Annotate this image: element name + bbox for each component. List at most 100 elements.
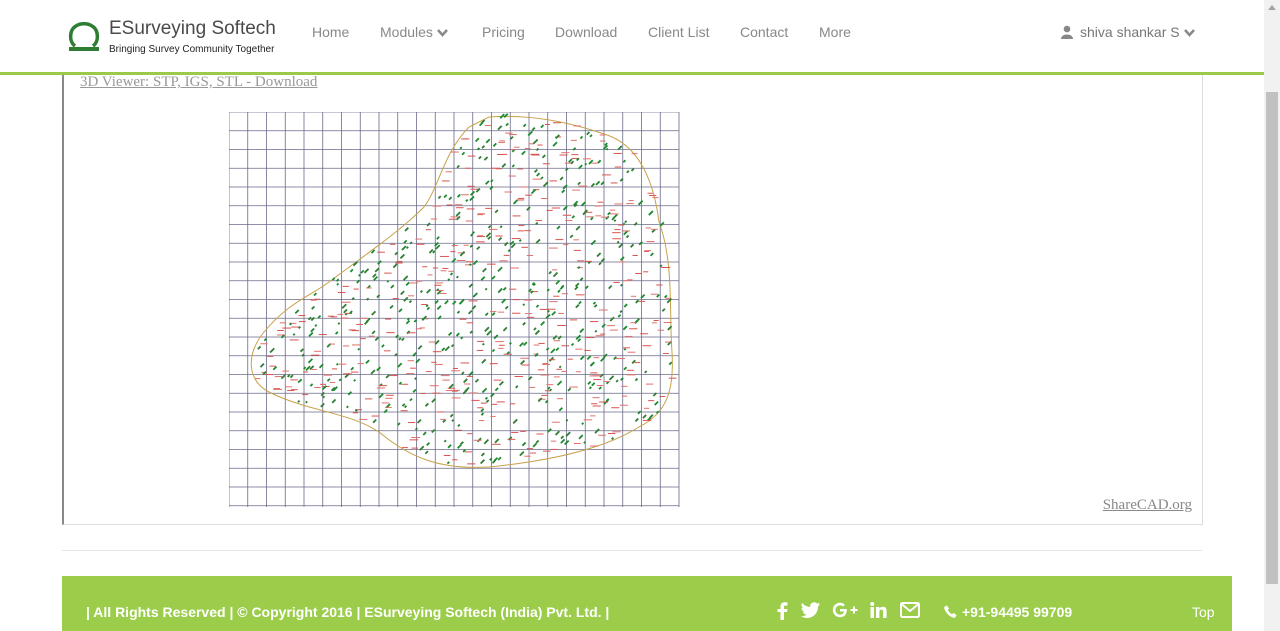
scroll-up-arrow-icon[interactable] bbox=[1268, 5, 1276, 10]
survey-point-mark bbox=[419, 290, 423, 294]
survey-point-mark bbox=[354, 408, 358, 412]
linkedin-icon[interactable] bbox=[870, 602, 887, 621]
survey-point-mark bbox=[502, 286, 507, 291]
survey-point-mark bbox=[443, 439, 447, 443]
survey-point-mark bbox=[444, 299, 449, 305]
survey-point-mark bbox=[459, 251, 466, 257]
survey-point-mark bbox=[481, 342, 485, 346]
survey-point-mark bbox=[548, 270, 552, 275]
site-footer: | All Rights Reserved | © Copyright 2016… bbox=[62, 576, 1232, 631]
survey-point-mark bbox=[597, 159, 602, 164]
survey-point-mark bbox=[371, 310, 377, 316]
survey-point-mark bbox=[587, 380, 592, 385]
survey-point-mark bbox=[389, 304, 394, 310]
survey-point-mark bbox=[461, 151, 466, 156]
survey-point-mark bbox=[571, 215, 576, 219]
survey-point-mark bbox=[402, 275, 409, 281]
survey-point-mark bbox=[551, 311, 557, 316]
survey-point-mark bbox=[520, 359, 526, 365]
survey-point-mark bbox=[634, 417, 639, 423]
survey-point-mark bbox=[494, 387, 499, 392]
survey-point-mark bbox=[468, 371, 474, 377]
survey-point-mark bbox=[343, 308, 348, 314]
survey-point-mark bbox=[542, 181, 549, 188]
survey-point-mark bbox=[497, 287, 503, 294]
survey-point-mark bbox=[303, 366, 307, 370]
survey-point-mark bbox=[289, 374, 294, 379]
survey-point-mark bbox=[630, 168, 635, 172]
facebook-icon[interactable] bbox=[776, 602, 788, 623]
nav-pricing[interactable]: Pricing bbox=[482, 24, 525, 40]
survey-point-mark bbox=[536, 172, 541, 177]
survey-point-mark bbox=[314, 324, 318, 328]
survey-point-mark bbox=[491, 275, 496, 280]
footer-phone[interactable]: +91-94495 99709 bbox=[944, 604, 1072, 620]
survey-point-mark bbox=[480, 459, 486, 465]
survey-point-mark bbox=[336, 282, 340, 286]
logo-tagline: Bringing Survey Community Together bbox=[109, 44, 275, 55]
survey-point-mark bbox=[569, 234, 574, 239]
survey-point-mark bbox=[446, 461, 450, 465]
survey-point-mark bbox=[456, 444, 462, 449]
twitter-icon[interactable] bbox=[800, 602, 820, 621]
survey-point-mark bbox=[532, 442, 538, 448]
survey-point-mark bbox=[578, 434, 584, 440]
survey-point-mark bbox=[364, 320, 369, 325]
nav-contact[interactable]: Contact bbox=[740, 24, 788, 40]
survey-point-mark bbox=[535, 439, 540, 444]
back-to-top-link[interactable]: Top bbox=[1192, 604, 1215, 620]
survey-point-mark bbox=[405, 281, 410, 286]
site-logo[interactable]: ESurveying Softech Bringing Survey Commu… bbox=[66, 18, 286, 58]
sharecad-link[interactable]: ShareCAD.org bbox=[1103, 497, 1192, 514]
survey-point-mark bbox=[385, 374, 390, 379]
nav-client-list[interactable]: Client List bbox=[648, 24, 709, 40]
nav-modules[interactable]: Modules bbox=[380, 24, 448, 40]
survey-point-mark bbox=[661, 308, 666, 312]
nav-more[interactable]: More bbox=[819, 24, 851, 40]
survey-point-mark bbox=[310, 327, 315, 333]
survey-point-mark bbox=[398, 308, 403, 313]
survey-point-mark bbox=[531, 126, 536, 131]
survey-point-mark bbox=[474, 137, 480, 143]
survey-point-mark bbox=[560, 435, 565, 440]
page-scrollbar[interactable] bbox=[1264, 0, 1280, 631]
cad-viewer-panel: 3D Viewer: STP, IGS, STL - Download Shar… bbox=[62, 72, 1203, 525]
survey-point-mark bbox=[452, 300, 457, 305]
survey-point-mark bbox=[455, 211, 461, 217]
user-menu[interactable]: shiva shankar S bbox=[1060, 24, 1195, 40]
survey-point-mark bbox=[480, 452, 485, 457]
logo-title: ESurveying Softech bbox=[109, 18, 276, 39]
survey-point-mark bbox=[457, 423, 461, 428]
google-plus-icon[interactable] bbox=[832, 602, 858, 621]
survey-point-mark bbox=[482, 267, 487, 273]
viewer-download-link[interactable]: 3D Viewer: STP, IGS, STL - Download bbox=[80, 74, 317, 91]
envelope-icon[interactable] bbox=[900, 602, 920, 621]
nav-modules-label: Modules bbox=[380, 24, 433, 40]
scrollbar-thumb[interactable] bbox=[1266, 92, 1278, 584]
survey-point-mark bbox=[459, 441, 464, 446]
survey-point-mark bbox=[481, 145, 486, 149]
chevron-down-icon bbox=[1183, 28, 1195, 40]
survey-point-mark bbox=[533, 327, 537, 331]
survey-point-mark bbox=[613, 356, 617, 361]
survey-point-mark bbox=[366, 297, 370, 301]
survey-point-mark bbox=[404, 227, 409, 232]
survey-point-mark bbox=[644, 370, 648, 374]
survey-point-mark bbox=[431, 428, 436, 434]
survey-point-mark bbox=[428, 248, 434, 254]
survey-point-mark bbox=[409, 241, 413, 245]
survey-point-mark bbox=[426, 306, 430, 311]
survey-point-mark bbox=[326, 378, 331, 382]
survey-point-mark bbox=[259, 363, 265, 368]
survey-point-mark bbox=[598, 262, 602, 266]
survey-point-mark bbox=[554, 430, 560, 436]
survey-point-mark bbox=[298, 325, 302, 329]
survey-point-mark bbox=[449, 413, 454, 418]
cad-drawing-canvas[interactable] bbox=[229, 112, 684, 512]
survey-point-mark bbox=[305, 400, 308, 404]
nav-download[interactable]: Download bbox=[555, 24, 617, 40]
survey-point-mark bbox=[414, 377, 417, 380]
nav-home[interactable]: Home bbox=[312, 24, 349, 40]
survey-point-mark bbox=[289, 322, 293, 326]
survey-point-mark bbox=[394, 251, 399, 256]
